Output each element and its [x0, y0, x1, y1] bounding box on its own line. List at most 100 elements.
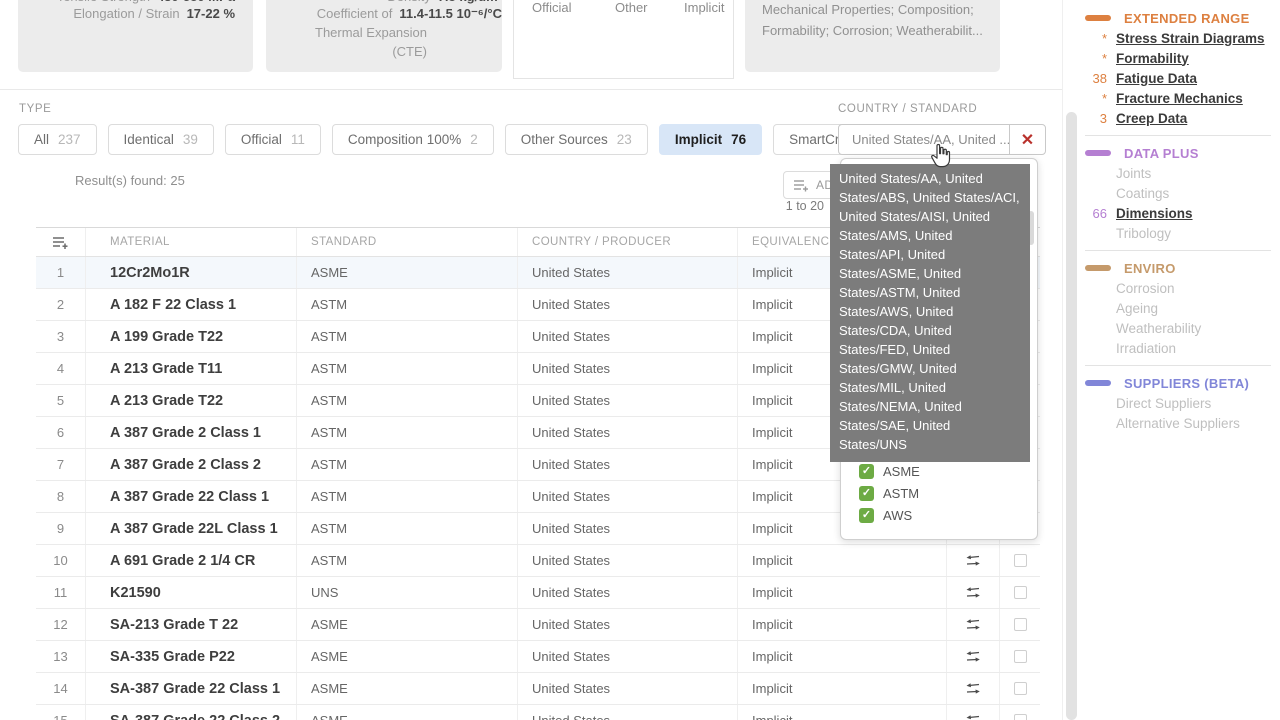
- table-row[interactable]: 11K21590UNSUnited StatesImplicit: [36, 577, 1040, 609]
- cross-reference-icon[interactable]: [965, 553, 981, 568]
- row-number: 11: [36, 577, 86, 608]
- data-links-sidebar: EXTENDED RANGE*Stress Strain Diagrams*Fo…: [1085, 8, 1277, 433]
- row-checkbox[interactable]: [1014, 650, 1027, 663]
- material-name-link[interactable]: SA-335 Grade P22: [86, 641, 297, 672]
- item-label[interactable]: Dimensions: [1116, 206, 1193, 221]
- results-found-text: Result(s) found: 25: [75, 173, 185, 188]
- row-number: 4: [36, 353, 86, 384]
- checked-checkbox-icon[interactable]: ✓: [859, 486, 874, 501]
- item-label[interactable]: Creep Data: [1116, 111, 1187, 126]
- row-checkbox[interactable]: [1014, 714, 1027, 720]
- filter-label: Implicit: [675, 132, 722, 147]
- sidebar-item-direct-suppliers: Direct Suppliers: [1085, 393, 1277, 413]
- material-name-link[interactable]: A 387 Grade 22L Class 1: [86, 513, 297, 544]
- cross-reference-icon[interactable]: [965, 585, 981, 600]
- close-icon: ✕: [1021, 130, 1034, 150]
- material-name-link[interactable]: A 387 Grade 22 Class 1: [86, 481, 297, 512]
- table-row[interactable]: 10A 691 Grade 2 1/4 CRASTMUnited StatesI…: [36, 545, 1040, 577]
- type-filter-other-sources[interactable]: Other Sources23: [505, 124, 648, 155]
- dropdown-option-astm[interactable]: ✓ ASTM: [841, 482, 1037, 504]
- material-name-link[interactable]: SA-387 Grade 22 Class 1: [86, 673, 297, 704]
- material-name-link[interactable]: SA-213 Grade T 22: [86, 609, 297, 640]
- dropdown-option-aws[interactable]: ✓AWS: [841, 504, 1037, 526]
- type-filter-composition-100-[interactable]: Composition 100% 2: [332, 124, 494, 155]
- vertical-scrollbar[interactable]: [1066, 112, 1077, 720]
- row-checkbox[interactable]: [1014, 586, 1027, 599]
- country-producer-cell: United States: [518, 545, 738, 576]
- type-filter-identical[interactable]: Identical39: [108, 124, 214, 155]
- type-filter-all[interactable]: All237: [18, 124, 97, 155]
- tab-implicit[interactable]: Implicit: [684, 0, 724, 15]
- item-label[interactable]: Fatigue Data: [1116, 71, 1197, 86]
- column-header-country-producer[interactable]: COUNTRY / PRODUCER: [518, 228, 738, 256]
- sidebar-item-dimensions[interactable]: 66Dimensions: [1085, 203, 1277, 223]
- item-label[interactable]: Stress Strain Diagrams: [1116, 31, 1265, 46]
- dropdown-option-asme[interactable]: ✓ASME: [841, 460, 1037, 482]
- type-filter-official[interactable]: Official11: [225, 124, 321, 155]
- equivalence-cell: Implicit: [738, 705, 947, 720]
- sidebar-item-weatherability: Weatherability: [1085, 318, 1277, 338]
- cross-reference-icon[interactable]: [965, 617, 981, 632]
- table-row[interactable]: 12SA-213 Grade T 22ASMEUnited StatesImpl…: [36, 609, 1040, 641]
- clear-filter-button[interactable]: ✕: [1009, 125, 1045, 154]
- material-name-link[interactable]: A 213 Grade T22: [86, 385, 297, 416]
- sidebar-item-alternative-suppliers: Alternative Suppliers: [1085, 413, 1277, 433]
- item-label[interactable]: Formability: [1116, 51, 1189, 66]
- row-number: 6: [36, 417, 86, 448]
- material-name-link[interactable]: 12Cr2Mo1R: [86, 257, 297, 288]
- table-row[interactable]: 13SA-335 Grade P22ASMEUnited StatesImpli…: [36, 641, 1040, 673]
- row-number: 1: [36, 257, 86, 288]
- item-count-badge: *: [1085, 51, 1116, 66]
- item-label[interactable]: Fracture Mechanics: [1116, 91, 1243, 106]
- filter-label: Composition 100%: [348, 132, 461, 147]
- material-name-link[interactable]: A 691 Grade 2 1/4 CR: [86, 545, 297, 576]
- row-checkbox[interactable]: [1014, 618, 1027, 631]
- country-standard-value: United States/AA, United ...: [839, 132, 1009, 147]
- sidebar-divider: [1085, 250, 1271, 251]
- content-sidebar-divider: [1062, 0, 1063, 720]
- row-checkbox[interactable]: [1014, 682, 1027, 695]
- table-row[interactable]: 15SA-387 Grade 22 Class 2ASMEUnited Stat…: [36, 705, 1040, 720]
- cross-reference-icon[interactable]: [965, 681, 981, 696]
- table-row[interactable]: 14SA-387 Grade 22 Class 1ASMEUnited Stat…: [36, 673, 1040, 705]
- sidebar-item-fracture-mechanics[interactable]: *Fracture Mechanics: [1085, 88, 1277, 108]
- sidebar-item-creep-data[interactable]: 3Creep Data: [1085, 108, 1277, 128]
- checked-checkbox-icon[interactable]: ✓: [859, 508, 874, 523]
- row-checkbox[interactable]: [1014, 554, 1027, 567]
- data-overview-line2: Formability; Corrosion; Weatherabilit...: [762, 21, 983, 41]
- equivalence-cell: Implicit: [738, 577, 947, 608]
- sidebar-item-formability[interactable]: *Formability: [1085, 48, 1277, 68]
- material-name-link[interactable]: A 182 F 22 Class 1: [86, 289, 297, 320]
- column-header-material[interactable]: MATERIAL: [86, 228, 297, 256]
- pagination-range: 1 to 20: [780, 199, 824, 213]
- material-name-link[interactable]: A 387 Grade 2 Class 1: [86, 417, 297, 448]
- item-label: Irradiation: [1116, 341, 1176, 356]
- checked-checkbox-icon[interactable]: ✓: [859, 464, 874, 479]
- sort-add-icon[interactable]: [36, 228, 86, 256]
- cross-reference-icon[interactable]: [965, 713, 981, 720]
- type-filter-implicit[interactable]: Implicit76: [659, 124, 762, 155]
- cte-value: 11.4-11.5 10⁻⁶/°C: [399, 5, 502, 23]
- material-name-link[interactable]: SA-387 Grade 22 Class 2: [86, 705, 297, 720]
- cross-reference-icon[interactable]: [965, 649, 981, 664]
- cte-label-line3: (CTE): [300, 43, 427, 61]
- equivalence-cell: Implicit: [738, 545, 947, 576]
- type-section-label: TYPE: [19, 103, 51, 115]
- row-number: 15: [36, 705, 86, 720]
- material-name-link[interactable]: A 199 Grade T22: [86, 321, 297, 352]
- sidebar-item-stress-strain-diagrams[interactable]: *Stress Strain Diagrams: [1085, 28, 1277, 48]
- material-name-link[interactable]: A 213 Grade T11: [86, 353, 297, 384]
- tab-other[interactable]: Other: [615, 0, 648, 15]
- country-producer-cell: United States: [518, 513, 738, 544]
- standard-cell: ASME: [297, 641, 518, 672]
- filter-count: 39: [183, 132, 198, 147]
- filter-count: 2: [470, 132, 478, 147]
- sidebar-item-fatigue-data[interactable]: 38Fatigue Data: [1085, 68, 1277, 88]
- country-producer-cell: United States: [518, 609, 738, 640]
- option-label: ASTM: [883, 486, 919, 501]
- item-count-badge: 66: [1085, 206, 1116, 221]
- material-name-link[interactable]: K21590: [86, 577, 297, 608]
- tab-official[interactable]: Official: [532, 0, 572, 15]
- column-header-standard[interactable]: STANDARD: [297, 228, 518, 256]
- material-name-link[interactable]: A 387 Grade 2 Class 2: [86, 449, 297, 480]
